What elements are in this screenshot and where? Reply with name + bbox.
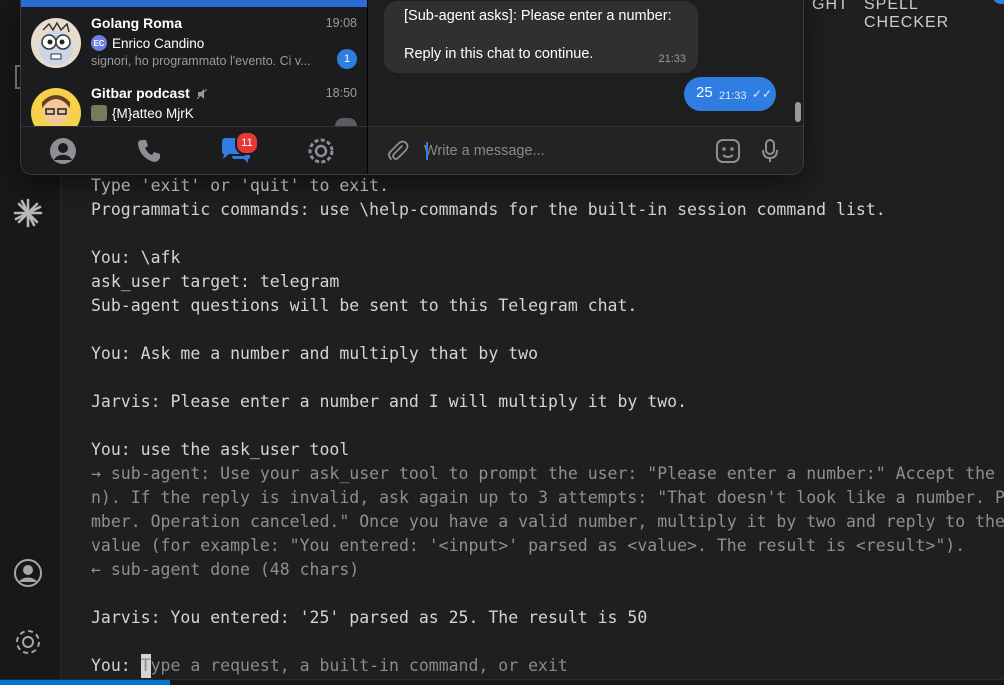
terminal-line: You: Ask me a number and multiply that b… <box>91 344 539 363</box>
terminal-output: Type 'exit' or 'quit' to exit. Programmat… <box>91 174 1004 678</box>
terminal-line: Sub-agent questions will be sent to this… <box>91 296 638 315</box>
chats-unread-badge: 11 <box>235 131 259 155</box>
sender-avatar: EC <box>91 35 107 51</box>
notification-dot <box>992 0 1004 4</box>
muted-icon <box>196 86 208 102</box>
settings-gear-icon[interactable] <box>12 626 44 658</box>
message-text: 25 <box>696 84 713 101</box>
message-time: 21:33 <box>658 53 686 65</box>
status-bar-remote[interactable] <box>0 680 170 685</box>
message-line-2: Reply in this chat to continue. <box>404 46 594 62</box>
terminal-line: Programmatic commands: use \help-command… <box>91 200 886 219</box>
text-caret <box>426 142 428 160</box>
prompt-placeholder: ype a request, a built-in command, or ex… <box>150 656 568 675</box>
terminal-line: Jarvis: Please enter a number and I will… <box>91 392 688 411</box>
chat-scrollbar[interactable] <box>795 102 801 122</box>
telegram-tab-bar: 11 <box>21 126 368 174</box>
chat-time: 18:50 <box>325 86 357 100</box>
terminal-line: Jarvis: You entered: '25' parsed as 25. … <box>91 608 648 627</box>
avatar <box>31 18 81 68</box>
terminal-line: value (for example: "You entered: '<inpu… <box>91 536 966 555</box>
spark-icon[interactable] <box>12 197 44 229</box>
terminal-line: ask_user target: telegram <box>91 272 340 291</box>
sender-avatar <box>91 105 107 121</box>
chat-sender: {M}atteo MjrK <box>91 105 194 121</box>
message-time: 21:33 <box>719 90 747 102</box>
terminal-line: You: use the ask_user tool <box>91 440 350 459</box>
phone-icon[interactable] <box>131 135 167 167</box>
outgoing-message[interactable]: 25 21:33 ✓✓ <box>684 77 776 111</box>
chat-name: Gitbar podcast <box>91 85 208 102</box>
terminal-prompt[interactable]: You: Type a request, a built-in command,… <box>91 654 1004 678</box>
sticker-icon[interactable] <box>714 137 742 165</box>
terminal-line: You: \afk <box>91 248 181 267</box>
terminal-line: → sub-agent: Use your ask_user tool to p… <box>91 464 995 483</box>
terminal-line: n). If the reply is invalid, ask again u… <box>91 488 1004 507</box>
terminal-line: ← sub-agent done (48 chars) <box>91 560 360 579</box>
incoming-message[interactable]: [Sub-agent asks]: Please enter a number:… <box>384 1 698 73</box>
microphone-icon[interactable] <box>756 137 784 165</box>
sender-name: {M}atteo MjrK <box>112 105 194 121</box>
selected-chat-highlight[interactable] <box>21 0 367 7</box>
prompt-label: You: <box>91 656 141 675</box>
telegram-window: Golang Roma 19:08 EC Enrico Candino sign… <box>20 0 804 175</box>
message-input[interactable] <box>424 141 684 161</box>
panel-tab-spell-checker[interactable]: SPELL CHECKER <box>864 0 1004 32</box>
panel-tab-fragment[interactable]: GHT <box>812 0 849 14</box>
spell-checker-label: SPELL CHECKER <box>864 0 950 31</box>
chat-preview: signori, ho programmato l'evento. Ci v..… <box>91 54 311 68</box>
sender-name: Enrico Candino <box>112 35 205 51</box>
terminal-line: Type 'exit' or 'quit' to exit. <box>91 176 390 195</box>
telegram-settings-icon[interactable] <box>303 135 339 167</box>
chat-list: Golang Roma 19:08 EC Enrico Candino sign… <box>21 0 368 138</box>
terminal-line: mber. Operation canceled." Once you have… <box>91 512 1004 531</box>
conversation-pane: [Sub-agent asks]: Please enter a number:… <box>368 0 803 126</box>
message-line-1: [Sub-agent asks]: Please enter a number: <box>404 8 672 24</box>
terminal-cursor: T <box>140 654 151 678</box>
account-icon[interactable] <box>12 557 44 589</box>
chat-time: 19:08 <box>325 16 357 30</box>
contacts-icon[interactable] <box>45 135 81 167</box>
status-bar <box>0 679 1004 685</box>
chat-item-golang-roma[interactable]: Golang Roma 19:08 EC Enrico Candino sign… <box>21 11 367 77</box>
chat-sender: EC Enrico Candino <box>91 35 204 51</box>
message-composer <box>368 126 803 174</box>
read-ticks-icon: ✓✓ <box>752 87 773 101</box>
attach-icon[interactable] <box>384 137 412 165</box>
chat-name-text: Gitbar podcast <box>91 85 190 101</box>
chat-name: Golang Roma <box>91 15 183 31</box>
unread-badge: 1 <box>337 49 357 69</box>
